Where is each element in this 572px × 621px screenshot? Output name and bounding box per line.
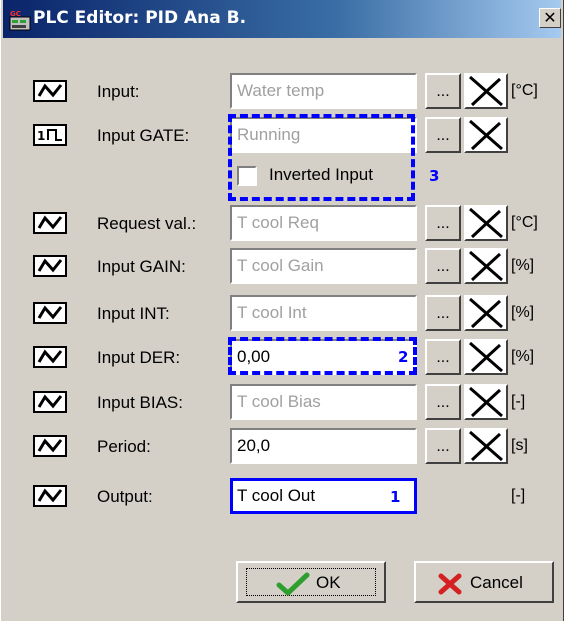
period-unit: [s] [511, 437, 528, 454]
input-der-unit: [%] [511, 348, 535, 365]
row-request-val: Request val.: T cool Req ... [°C] [1, 202, 565, 246]
clear-cross-icon [469, 430, 503, 462]
row-period: Period: 20,0 ... [s] [1, 425, 565, 469]
plc-editor-window: GC PLC Editor: PID Ana B. ✕ Input: Water… [0, 0, 564, 621]
input-bias-clear-button[interactable] [464, 384, 508, 420]
input-gate-label: Input GATE: [97, 126, 190, 145]
input-bias-unit: [-] [511, 393, 526, 410]
request-val-field[interactable]: T cool Req [230, 205, 417, 241]
row-input-bias: Input BIAS: T cool Bias ... [-] [1, 381, 565, 425]
svg-text:GC: GC [10, 10, 21, 18]
input-browse-button[interactable]: ... [425, 73, 461, 109]
row-output: Output: T cool Out 1 [-] [1, 475, 565, 519]
input-int-unit: [%] [511, 304, 535, 321]
analog-signal-icon [33, 302, 67, 324]
input-field[interactable]: Water temp [230, 73, 417, 109]
callout-3-badge: 3 [429, 167, 440, 185]
input-gate-clear-button[interactable] [464, 117, 508, 153]
input-gain-browse-button[interactable]: ... [425, 248, 461, 284]
gate-callout-outline [228, 114, 415, 201]
input-der-label: Input DER: [97, 348, 181, 367]
period-label: Period: [97, 437, 151, 456]
request-val-unit: [°C] [511, 214, 538, 231]
analog-signal-icon [33, 255, 67, 277]
analog-signal-icon [33, 80, 67, 102]
callout-1-badge: 1 [390, 488, 401, 506]
callout-2-badge: 2 [398, 348, 409, 366]
der-callout-outline [228, 337, 417, 375]
window-title: PLC Editor: PID Ana B. [33, 8, 247, 28]
input-int-field[interactable]: T cool Int [230, 295, 417, 331]
input-gain-clear-button[interactable] [464, 248, 508, 284]
clear-cross-icon [469, 386, 503, 418]
svg-text:1: 1 [37, 129, 45, 143]
gc-plc-icon: GC [9, 10, 31, 31]
input-der-browse-button[interactable]: ... [425, 339, 461, 375]
analog-signal-icon [33, 485, 67, 507]
input-bias-browse-button[interactable]: ... [425, 384, 461, 420]
analog-signal-icon [33, 391, 67, 413]
input-int-browse-button[interactable]: ... [425, 295, 461, 331]
input-gain-unit: [%] [511, 257, 535, 274]
inverted-input-checkbox[interactable] [237, 166, 257, 186]
cancel-x-icon [438, 573, 462, 595]
request-val-clear-button[interactable] [464, 205, 508, 241]
input-der-clear-button[interactable] [464, 339, 508, 375]
output-unit: [-] [511, 487, 526, 504]
title-bar[interactable]: GC PLC Editor: PID Ana B. ✕ [3, 0, 561, 38]
input-label: Input: [97, 82, 140, 101]
ok-button[interactable]: OK [236, 561, 386, 603]
focus-rectangle [246, 568, 376, 596]
clear-cross-icon [469, 341, 503, 373]
input-unit: [°C] [511, 82, 538, 99]
check-icon [276, 572, 310, 596]
output-value: T cool Out [237, 486, 316, 505]
input-gain-field[interactable]: T cool Gain [230, 248, 417, 284]
cancel-button[interactable]: Cancel [414, 561, 554, 603]
period-field[interactable]: 20,0 [230, 428, 417, 464]
analog-signal-icon [33, 346, 67, 368]
close-icon: ✕ [543, 8, 557, 27]
period-clear-button[interactable] [464, 428, 508, 464]
input-clear-button[interactable] [464, 73, 508, 109]
request-val-browse-button[interactable]: ... [425, 205, 461, 241]
row-input: Input: Water temp ... [°C] [1, 70, 565, 114]
input-gate-browse-button[interactable]: ... [425, 117, 461, 153]
input-bias-field[interactable]: T cool Bias [230, 384, 417, 420]
input-gain-label: Input GAIN: [97, 257, 186, 276]
cancel-label: Cancel [470, 573, 523, 592]
input-int-label: Input INT: [97, 304, 170, 323]
ok-label: OK [316, 573, 341, 592]
close-button[interactable]: ✕ [539, 8, 561, 28]
input-bias-label: Input BIAS: [97, 393, 183, 412]
row-input-gain: Input GAIN: T cool Gain ... [%] [1, 245, 565, 289]
inverted-input-label: Inverted Input [269, 165, 373, 184]
analog-signal-icon [33, 212, 67, 234]
period-browse-button[interactable]: ... [425, 428, 461, 464]
request-val-label: Request val.: [97, 214, 197, 233]
clear-cross-icon [469, 297, 503, 329]
analog-signal-icon [33, 435, 67, 457]
output-label: Output: [97, 487, 153, 506]
clear-cross-icon [469, 75, 503, 107]
clear-cross-icon [469, 250, 503, 282]
output-field[interactable]: T cool Out [230, 478, 417, 514]
clear-cross-icon [469, 119, 503, 151]
clear-cross-icon [469, 207, 503, 239]
input-int-clear-button[interactable] [464, 295, 508, 331]
binary-signal-icon: 1 [33, 124, 67, 146]
row-input-int: Input INT: T cool Int ... [%] [1, 292, 565, 336]
